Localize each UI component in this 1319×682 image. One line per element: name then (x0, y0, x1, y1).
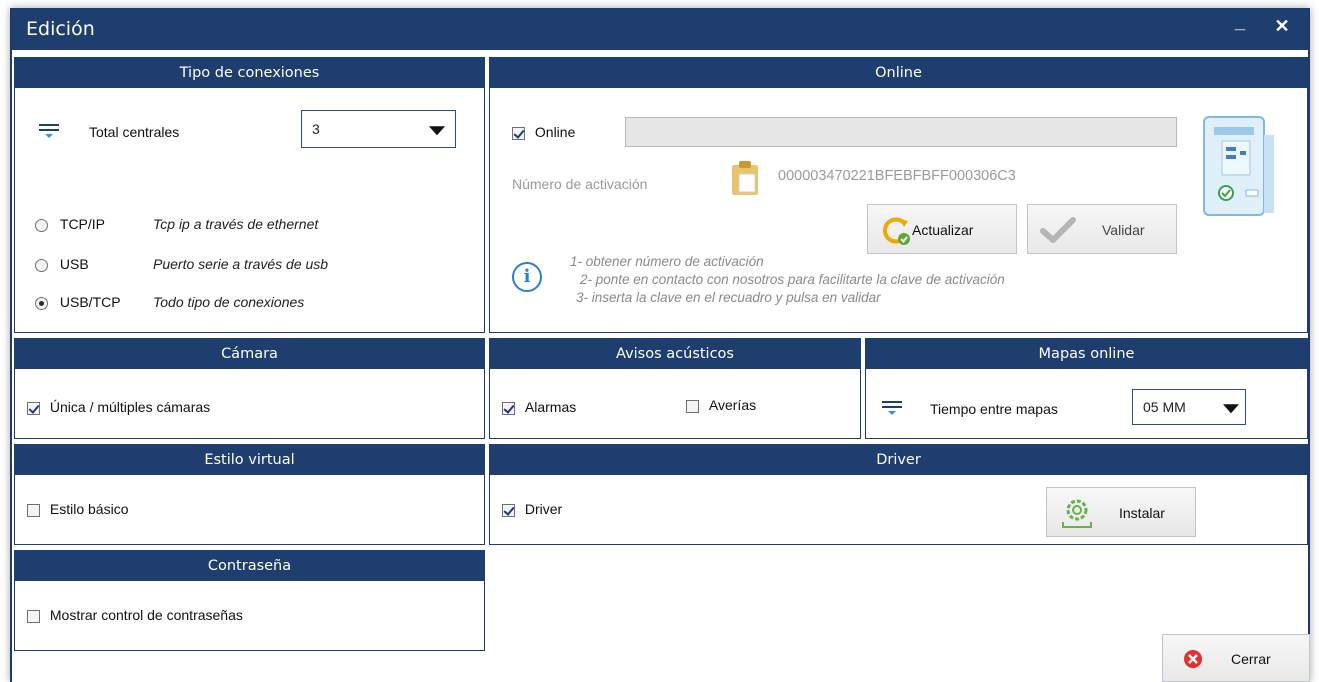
instalar-label: Instalar (1119, 505, 1165, 521)
checkbox[interactable] (512, 126, 525, 140)
contrasena-label: Mostrar control de contraseñas (49, 607, 243, 623)
step-2: 2- ponte en contacto con nosotros para f… (580, 272, 1005, 287)
checkbox[interactable] (27, 401, 40, 415)
radio-button[interactable] (35, 218, 48, 232)
panel-header: Mapas online (866, 339, 1307, 369)
tiempo-value: 05 MM (1143, 399, 1186, 415)
step-3: 3- inserta la clave en el recuadro y pul… (576, 290, 881, 305)
minimize-button[interactable]: _ (1226, 12, 1254, 38)
step-1: 1- obtener número de activación (570, 254, 764, 269)
radio-option-tcpip[interactable]: TCP/IP (35, 216, 105, 232)
panel-header: Driver (490, 445, 1307, 475)
cerrar-button[interactable]: Cerrar (1162, 634, 1310, 682)
radio-label: USB (59, 256, 89, 272)
online-checkbox[interactable]: Online (512, 124, 575, 140)
refresh-icon (882, 217, 910, 245)
checkmark-icon (1040, 217, 1076, 243)
list-icon (882, 401, 902, 417)
driver-checkbox[interactable]: Driver (502, 501, 562, 517)
panel-contrasena: Contraseña Mostrar control de contraseña… (14, 550, 485, 651)
panel-header: Avisos acústicos (490, 339, 860, 369)
clipboard-icon[interactable] (730, 160, 760, 196)
radio-desc: Puerto serie a través de usb (153, 256, 329, 272)
panel-camara: Cámara Única / múltiples cámaras (14, 338, 485, 439)
radio-desc: Tcp ip a través de ethernet (153, 216, 319, 232)
panel-avisos: Avisos acústicos Alarmas Averías (489, 338, 861, 439)
tiempo-select[interactable]: 05 MM (1132, 389, 1246, 425)
control-panel-icon (1202, 115, 1276, 219)
radio-button[interactable] (35, 258, 48, 272)
activation-label: Número de activación (512, 176, 648, 192)
panel-estilo: Estilo virtual Estilo básico (14, 444, 485, 545)
radio-option-usb[interactable]: USB (35, 256, 89, 272)
averias-label: Averías (708, 397, 757, 413)
camaras-checkbox[interactable]: Única / múltiples cámaras (27, 399, 210, 415)
panel-header: Cámara (15, 339, 484, 369)
actualizar-button[interactable]: Actualizar (867, 204, 1017, 254)
panel-header: Contraseña (15, 551, 484, 581)
panel-mapas: Mapas online Tiempo entre mapas 05 MM (865, 338, 1308, 439)
panel-tipo-conexiones: Tipo de conexiones Total centrales 3 TCP… (14, 57, 485, 333)
validar-label: Validar (1102, 222, 1145, 238)
chevron-down-icon (1223, 404, 1239, 414)
estilo-label: Estilo básico (49, 501, 129, 517)
camaras-label: Única / múltiples cámaras (49, 399, 211, 415)
chevron-down-icon (429, 126, 445, 136)
panel-driver: Driver Driver Instalar (489, 444, 1308, 545)
checkbox[interactable] (686, 399, 699, 413)
instalar-button[interactable]: Instalar (1046, 487, 1196, 537)
online-label: Online (534, 124, 576, 140)
radio-label: USB/TCP (59, 294, 121, 310)
title-bar[interactable]: Edición _ ✕ (12, 8, 1308, 50)
total-centrales-select[interactable]: 3 (301, 110, 456, 148)
radio-label: TCP/IP (59, 216, 106, 232)
checkbox[interactable] (27, 503, 40, 517)
activation-number: 000003470221BFEBFBFF000306C3 (778, 168, 1016, 184)
radio-desc: Todo tipo de conexiones (153, 294, 305, 310)
driver-label: Driver (524, 501, 563, 517)
panel-header: Tipo de conexiones (15, 58, 484, 88)
alarmas-label: Alarmas (524, 399, 577, 415)
close-window-button[interactable]: ✕ (1268, 16, 1296, 42)
window-title: Edición (26, 18, 95, 40)
tiempo-label: Tiempo entre mapas (930, 401, 1058, 417)
estilo-checkbox[interactable]: Estilo básico (27, 501, 128, 517)
validar-button[interactable]: Validar (1027, 204, 1177, 254)
radio-button[interactable] (35, 296, 48, 310)
checkbox[interactable] (502, 503, 515, 517)
info-icon: i (512, 262, 542, 292)
averias-checkbox[interactable]: Averías (686, 397, 756, 413)
contrasena-checkbox[interactable]: Mostrar control de contraseñas (27, 607, 243, 623)
close-circle-icon (1184, 650, 1202, 668)
panel-header: Online (490, 58, 1307, 88)
actualizar-label: Actualizar (912, 222, 974, 238)
list-icon (39, 124, 59, 140)
total-centrales-value: 3 (312, 121, 320, 137)
radio-option-usbtcp[interactable]: USB/TCP (35, 294, 121, 310)
panel-header: Estilo virtual (15, 445, 484, 475)
alarmas-checkbox[interactable]: Alarmas (502, 399, 576, 415)
install-gear-icon (1062, 499, 1092, 528)
total-centrales-label: Total centrales (89, 124, 180, 140)
checkbox[interactable] (502, 401, 515, 415)
edicion-window: Edición _ ✕ Tipo de conexiones Total cen… (10, 8, 1310, 682)
cerrar-label: Cerrar (1231, 651, 1271, 667)
panel-online: Online Online Número de activación 00000… (489, 57, 1308, 333)
checkbox[interactable] (27, 609, 40, 623)
online-key-input[interactable] (625, 117, 1177, 147)
